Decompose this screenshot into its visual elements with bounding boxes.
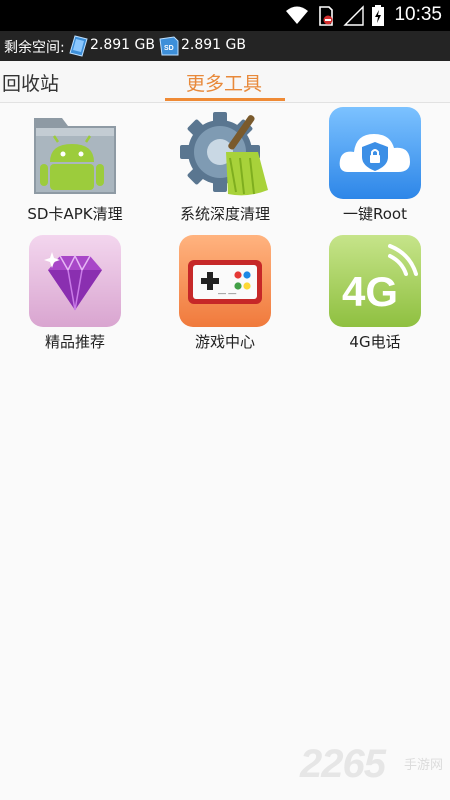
tool-label: 精品推荐 <box>44 333 105 351</box>
tool-label: 游戏中心 <box>194 333 255 351</box>
internal-storage-value: 2.891 GB <box>90 37 155 53</box>
gamepad-icon: — — <box>179 235 271 327</box>
clock: 10:35 <box>394 4 442 25</box>
tool-label: 系统深度清理 <box>179 205 270 223</box>
tool-4g-call[interactable]: 4G 4G电话 <box>300 234 450 362</box>
wifi-icon <box>286 6 308 24</box>
tab-recycle-bin[interactable]: 回收站 <box>2 69 59 96</box>
sd-card-icon: SD <box>159 36 179 56</box>
storage-label: 剩余空间: <box>4 40 65 56</box>
watermark-text: 手游网 <box>404 758 444 773</box>
battery-charging-icon <box>372 5 384 26</box>
watermark-number: 2265 <box>300 742 386 786</box>
storage-bar: 剩余空间: 2.891 GB SD 2.891 GB <box>0 31 450 61</box>
signal-icon <box>343 5 364 26</box>
phone-storage-icon <box>69 35 88 57</box>
tool-label: SD卡APK清理 <box>27 205 123 223</box>
tool-sd-apk-clean[interactable]: SD卡APK清理 <box>0 106 150 234</box>
svg-text:— —: — — <box>218 289 236 298</box>
svg-text:4G: 4G <box>342 268 398 315</box>
diamond-icon <box>29 235 121 327</box>
4g-signal-icon: 4G <box>329 235 421 327</box>
cloud-lock-icon <box>329 107 421 199</box>
sd-storage-value: 2.891 GB <box>181 37 246 53</box>
status-bar: 10:35 <box>0 0 450 31</box>
gear-broom-icon <box>180 112 268 196</box>
tool-featured-picks[interactable]: 精品推荐 <box>0 234 150 362</box>
tab-selected-indicator <box>165 98 285 101</box>
watermark-logo: 2265 手游网 <box>300 742 450 792</box>
tab-more-tools[interactable]: 更多工具 <box>186 69 262 96</box>
tool-label: 一键Root <box>343 205 407 223</box>
tool-system-deep-clean[interactable]: 系统深度清理 <box>150 106 300 234</box>
tool-label: 4G电话 <box>349 333 401 351</box>
sim-disabled-icon <box>319 6 333 26</box>
tool-game-center[interactable]: — — 游戏中心 <box>150 234 300 362</box>
tab-bar: 回收站 更多工具 <box>0 61 450 103</box>
android-folder-icon <box>34 118 116 194</box>
tool-one-key-root[interactable]: 一键Root <box>300 106 450 234</box>
svg-text:SD: SD <box>164 45 174 52</box>
